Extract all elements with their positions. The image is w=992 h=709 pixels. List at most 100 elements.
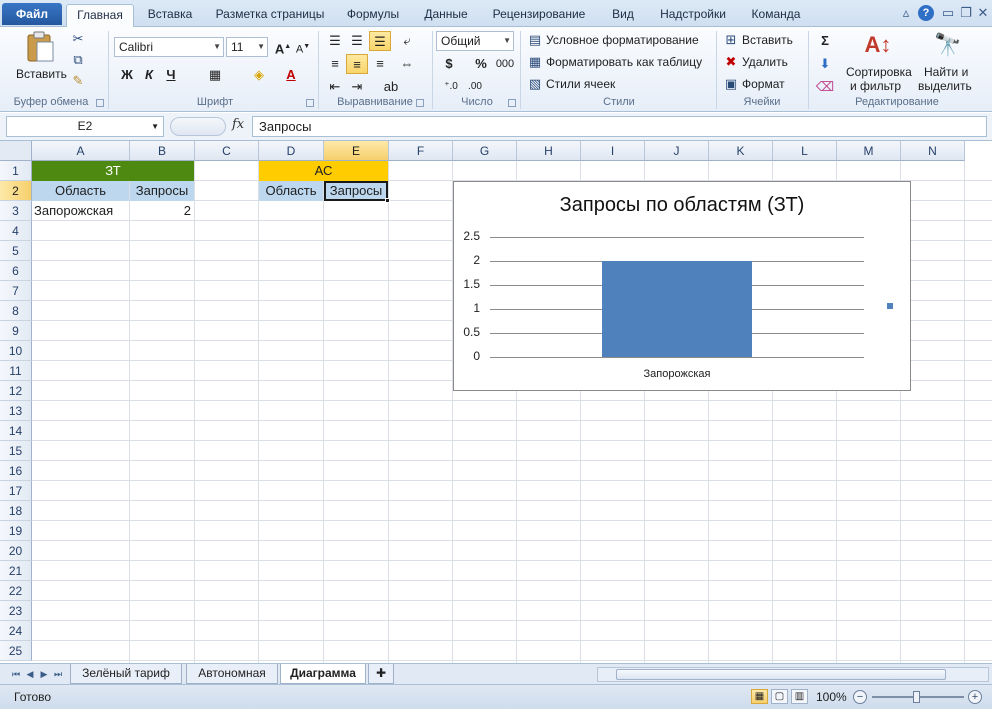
row-header-3[interactable]: 3 (0, 201, 32, 221)
align-top-icon[interactable]: ☰ (324, 31, 346, 51)
align-bottom-icon[interactable]: ☰ (369, 31, 391, 51)
formula-input[interactable]: Запросы (252, 116, 987, 137)
autosum-icon[interactable]: Σ (814, 31, 836, 51)
cut-icon[interactable]: ✂ (70, 31, 86, 47)
tab-insert[interactable]: Вставка (140, 4, 200, 27)
borders-icon[interactable]: ▦ (204, 65, 226, 85)
font-color-icon[interactable]: A (280, 65, 302, 85)
row-header-13[interactable]: 13 (0, 401, 32, 421)
zoom-out-icon[interactable]: − (853, 690, 867, 704)
number-launcher-icon[interactable] (508, 99, 516, 107)
thousands-button[interactable]: 000 (494, 54, 516, 74)
percent-button[interactable]: % (470, 54, 492, 74)
cell-a3[interactable]: Запорожская (32, 201, 129, 221)
column-header-b[interactable]: B (130, 141, 195, 161)
row-header-23[interactable]: 23 (0, 601, 32, 621)
font-size-combo[interactable]: 11 ▼ (226, 37, 268, 57)
align-right-icon[interactable]: ≡ (369, 54, 391, 74)
column-header-l[interactable]: L (773, 141, 837, 161)
fill-handle[interactable] (385, 198, 390, 203)
row-header-1[interactable]: 1 (0, 161, 32, 181)
insert-cells-button[interactable]: ⊞ Вставить (722, 31, 806, 49)
normal-view-icon[interactable]: ▦ (751, 689, 768, 704)
conditional-formatting-button[interactable]: ▤ Условное форматирование (526, 31, 712, 49)
new-sheet-icon[interactable]: ✚ (368, 664, 394, 684)
column-header-c[interactable]: C (195, 141, 259, 161)
cell-e2-selected[interactable]: Запросы (324, 181, 388, 201)
column-header-i[interactable]: I (581, 141, 645, 161)
window-close-icon[interactable]: ✕ (975, 5, 991, 21)
horizontal-scrollbar[interactable] (597, 667, 989, 682)
decrease-decimal-icon[interactable]: .00 (464, 77, 486, 97)
tab-formulas[interactable]: Формулы (340, 4, 406, 27)
window-minimize-icon[interactable]: ▭ (940, 5, 956, 21)
row-header-24[interactable]: 24 (0, 621, 32, 641)
zoom-slider-thumb[interactable] (913, 691, 920, 703)
tab-data[interactable]: Данные (418, 4, 474, 27)
column-header-h[interactable]: H (517, 141, 581, 161)
insert-function-icon[interactable]: fx (232, 117, 244, 132)
tab-page-layout[interactable]: Разметка страницы (210, 4, 330, 27)
row-header-19[interactable]: 19 (0, 521, 32, 541)
row-header-16[interactable]: 16 (0, 461, 32, 481)
delete-cells-button[interactable]: ✖ Удалить (722, 53, 806, 71)
row-header-14[interactable]: 14 (0, 421, 32, 441)
clear-icon[interactable]: ⌫ (814, 77, 836, 97)
format-painter-icon[interactable]: ✎ (70, 73, 86, 89)
sheet-tab-diagram[interactable]: Диаграмма (280, 664, 366, 684)
cell-a1-b1-zt-header[interactable]: ЗТ (32, 161, 194, 181)
row-header-21[interactable]: 21 (0, 561, 32, 581)
row-header-6[interactable]: 6 (0, 261, 32, 281)
row-header-4[interactable]: 4 (0, 221, 32, 241)
row-header-5[interactable]: 5 (0, 241, 32, 261)
orientation-icon[interactable]: ab (380, 77, 402, 97)
shrink-font-icon[interactable]: A▼ (292, 37, 314, 57)
fill-icon[interactable]: ⬇ (814, 54, 836, 74)
fill-color-icon[interactable]: ◈ (248, 65, 270, 85)
column-header-f[interactable]: F (389, 141, 453, 161)
prev-sheet-icon[interactable]: ◀ (24, 667, 36, 681)
help-icon[interactable]: ? (918, 5, 934, 21)
format-cells-button[interactable]: ▣ Формат (722, 75, 806, 93)
horizontal-scroll-thumb[interactable] (616, 669, 946, 680)
increase-decimal-icon[interactable]: ⁺.0 (440, 77, 462, 97)
tab-file[interactable]: Файл (2, 3, 62, 25)
page-layout-view-icon[interactable]: ▢ (771, 689, 788, 704)
decrease-indent-icon[interactable]: ⇤ (324, 77, 346, 97)
increase-indent-icon[interactable]: ⇥ (346, 77, 368, 97)
paste-button[interactable]: Вставить (12, 31, 68, 89)
zoom-level[interactable]: 100% (816, 690, 847, 704)
tab-view[interactable]: Вид (604, 4, 642, 27)
chart-container[interactable]: Запросы по областям (ЗТ) 2.5 2 1.5 1 0.5 0 Зап… (453, 181, 911, 391)
minimize-ribbon-icon[interactable]: ▵ (898, 5, 914, 21)
find-select-button[interactable]: 🔭 Найти и выделить (914, 29, 984, 93)
row-header-17[interactable]: 17 (0, 481, 32, 501)
format-as-table-button[interactable]: ▦ Форматировать как таблицу (526, 53, 712, 71)
underline-button[interactable]: Ч (160, 65, 182, 85)
tab-review[interactable]: Рецензирование (486, 4, 592, 27)
row-header-10[interactable]: 10 (0, 341, 32, 361)
window-restore-icon[interactable]: ❐ (958, 5, 974, 21)
clipboard-launcher-icon[interactable] (96, 99, 104, 107)
tab-team[interactable]: Команда (744, 4, 808, 27)
column-header-d[interactable]: D (259, 141, 324, 161)
copy-icon[interactable]: ⧉ (70, 52, 86, 68)
legend-marker[interactable] (887, 303, 893, 309)
align-middle-icon[interactable]: ☰ (346, 31, 368, 51)
tab-addins[interactable]: Надстройки (654, 4, 732, 27)
first-sheet-icon[interactable]: ⏮ (10, 667, 22, 681)
row-header-2[interactable]: 2 (0, 181, 32, 201)
cell-d1-e1-ac-header[interactable]: АС (259, 161, 388, 181)
name-box[interactable]: E2 ▼ (6, 116, 164, 137)
row-header-25[interactable]: 25 (0, 641, 32, 661)
row-header-15[interactable]: 15 (0, 441, 32, 461)
number-format-combo[interactable]: Общий ▼ (436, 31, 514, 51)
font-launcher-icon[interactable] (306, 99, 314, 107)
row-header-22[interactable]: 22 (0, 581, 32, 601)
alignment-launcher-icon[interactable] (416, 99, 424, 107)
zoom-in-icon[interactable]: + (968, 690, 982, 704)
row-header-11[interactable]: 11 (0, 361, 32, 381)
italic-button[interactable]: К (138, 65, 160, 85)
column-header-e[interactable]: E (324, 141, 389, 161)
cell-a2[interactable]: Область (32, 181, 129, 201)
